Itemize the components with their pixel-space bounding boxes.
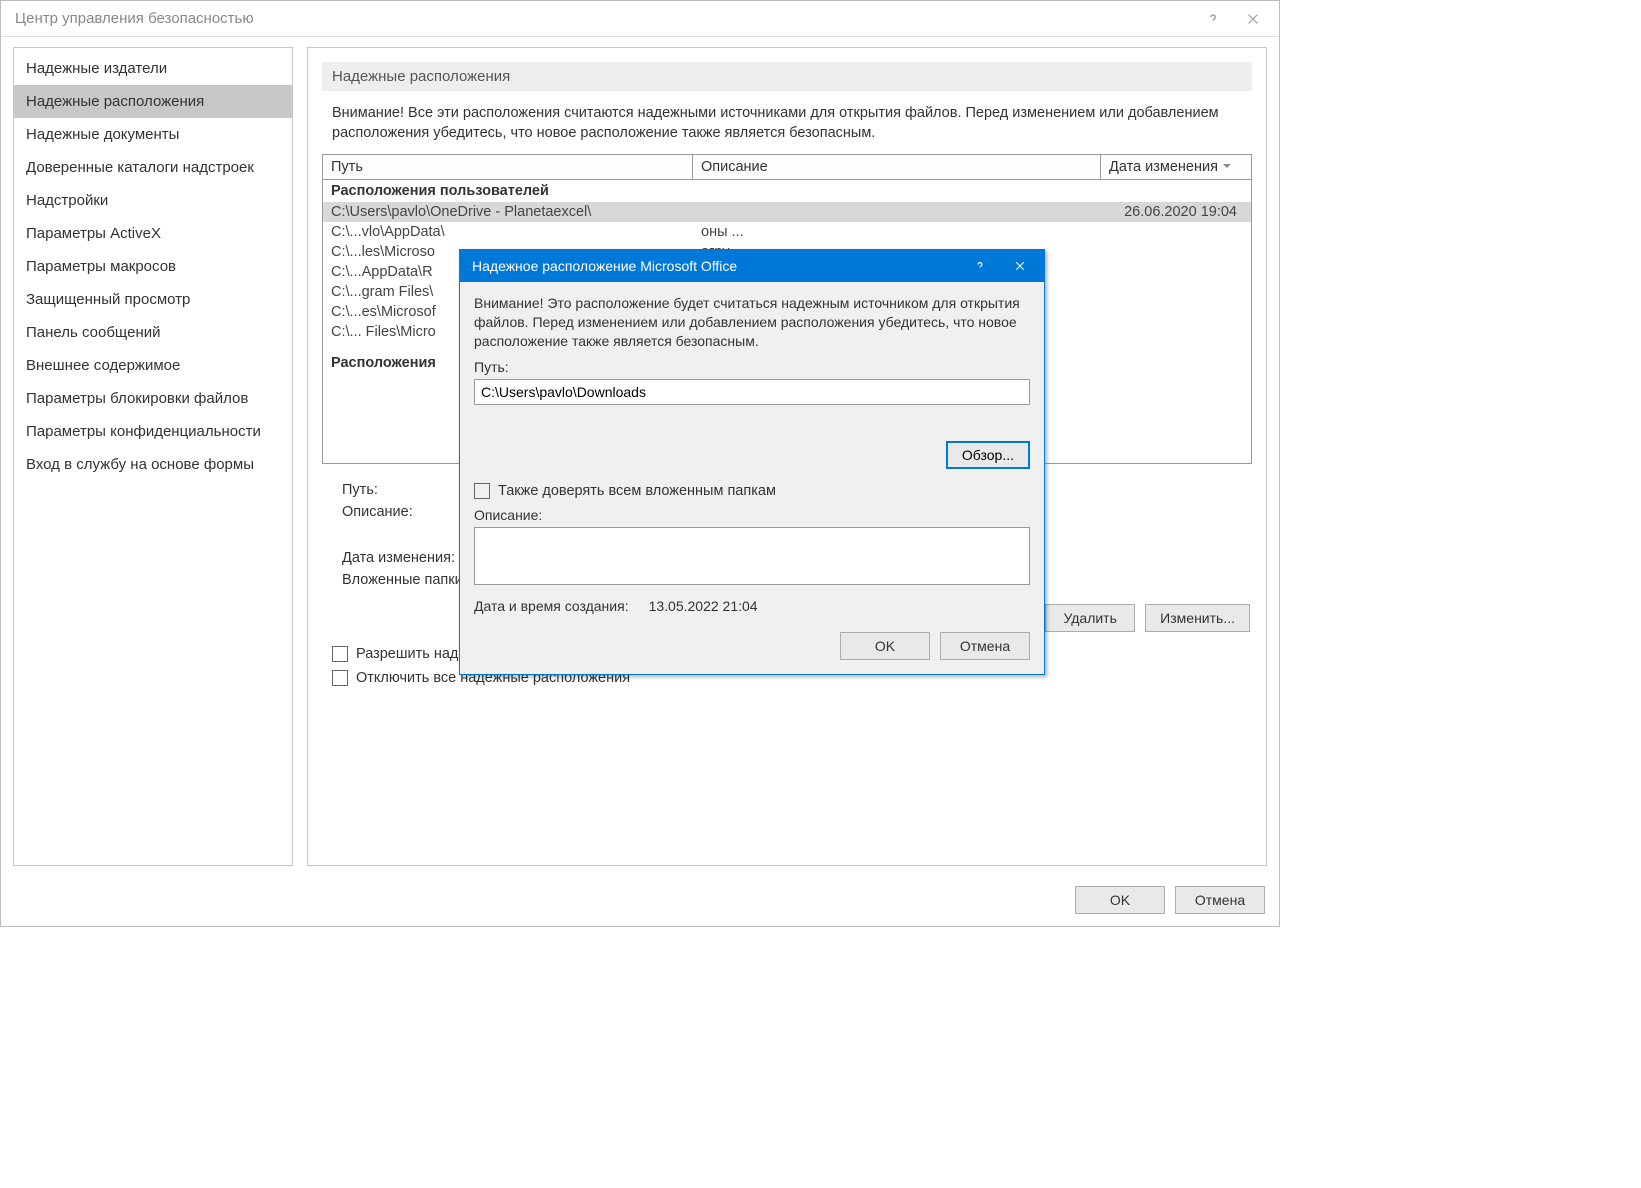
remove-button[interactable]: Удалить <box>1045 604 1135 632</box>
window-title: Центр управления безопасностью <box>15 10 254 27</box>
col-description[interactable]: Описание <box>693 155 1101 179</box>
modal-path-input[interactable] <box>474 379 1030 405</box>
modal-title: Надежное расположение Microsoft Office <box>472 258 737 274</box>
allow-network-checkbox[interactable] <box>332 646 348 662</box>
sidebar: Надежные издатели Надежные расположения … <box>13 47 293 866</box>
sidebar-item-addin-catalogs[interactable]: Доверенные каталоги надстроек <box>14 151 292 184</box>
sidebar-item-privacy[interactable]: Параметры конфиденциальности <box>14 415 292 448</box>
modal-ok-button[interactable]: OK <box>840 632 930 660</box>
modal-desc-input[interactable] <box>474 527 1030 585</box>
modal-titlebar: Надежное расположение Microsoft Office <box>460 250 1044 282</box>
browse-button[interactable]: Обзор... <box>946 441 1030 469</box>
modal-warning: Внимание! Это расположение будет считать… <box>474 294 1030 351</box>
modal-subfolders-row[interactable]: Также доверять всем вложенным папкам <box>474 483 1030 499</box>
section-title: Надежные расположения <box>322 62 1252 91</box>
trusted-location-dialog: Надежное расположение Microsoft Office В… <box>459 249 1045 675</box>
help-icon <box>1206 12 1220 26</box>
table-row[interactable]: C:\Users\pavlo\OneDrive - Planetaexcel\ … <box>323 202 1251 222</box>
sidebar-item-message-bar[interactable]: Панель сообщений <box>14 316 292 349</box>
modal-desc-label: Описание: <box>474 507 1030 523</box>
close-icon <box>1014 260 1026 272</box>
disable-all-checkbox[interactable] <box>332 670 348 686</box>
sidebar-item-locations[interactable]: Надежные расположения <box>14 85 292 118</box>
table-header: Путь Описание Дата изменения <box>323 155 1251 180</box>
help-icon <box>974 260 986 272</box>
close-button[interactable] <box>1233 4 1273 34</box>
main-ok-button[interactable]: OK <box>1075 886 1165 914</box>
modal-close-button[interactable] <box>1000 252 1040 280</box>
modal-created-value: 13.05.2022 21:04 <box>649 598 758 614</box>
table-row[interactable]: C:\...vlo\AppData\ оны ... <box>323 222 1251 242</box>
sidebar-item-documents[interactable]: Надежные документы <box>14 118 292 151</box>
sidebar-item-file-block[interactable]: Параметры блокировки файлов <box>14 382 292 415</box>
col-path[interactable]: Путь <box>323 155 693 179</box>
help-button[interactable] <box>1193 4 1233 34</box>
sidebar-item-external-content[interactable]: Внешнее содержимое <box>14 349 292 382</box>
modal-subfolders-checkbox[interactable] <box>474 483 490 499</box>
sort-desc-icon <box>1222 159 1232 175</box>
modal-created-label: Дата и время создания: <box>474 598 629 614</box>
close-icon <box>1246 12 1260 26</box>
main-cancel-button[interactable]: Отмена <box>1175 886 1265 914</box>
modal-help-button[interactable] <box>960 252 1000 280</box>
warning-text: Внимание! Все эти расположения считаются… <box>332 103 1242 144</box>
modal-path-label: Путь: <box>474 359 1030 375</box>
sidebar-item-addins[interactable]: Надстройки <box>14 184 292 217</box>
modal-subfolders-label: Также доверять всем вложенным папкам <box>498 483 776 499</box>
group-user-locations: Расположения пользователей <box>323 180 1251 202</box>
modify-button[interactable]: Изменить... <box>1145 604 1250 632</box>
sidebar-item-protected-view[interactable]: Защищенный просмотр <box>14 283 292 316</box>
sidebar-item-publishers[interactable]: Надежные издатели <box>14 52 292 85</box>
sidebar-item-macros[interactable]: Параметры макросов <box>14 250 292 283</box>
modal-cancel-button[interactable]: Отмена <box>940 632 1030 660</box>
col-date[interactable]: Дата изменения <box>1101 155 1251 179</box>
sidebar-item-form-signin[interactable]: Вход в службу на основе формы <box>14 448 292 481</box>
window-titlebar: Центр управления безопасностью <box>1 1 1279 37</box>
sidebar-item-activex[interactable]: Параметры ActiveX <box>14 217 292 250</box>
